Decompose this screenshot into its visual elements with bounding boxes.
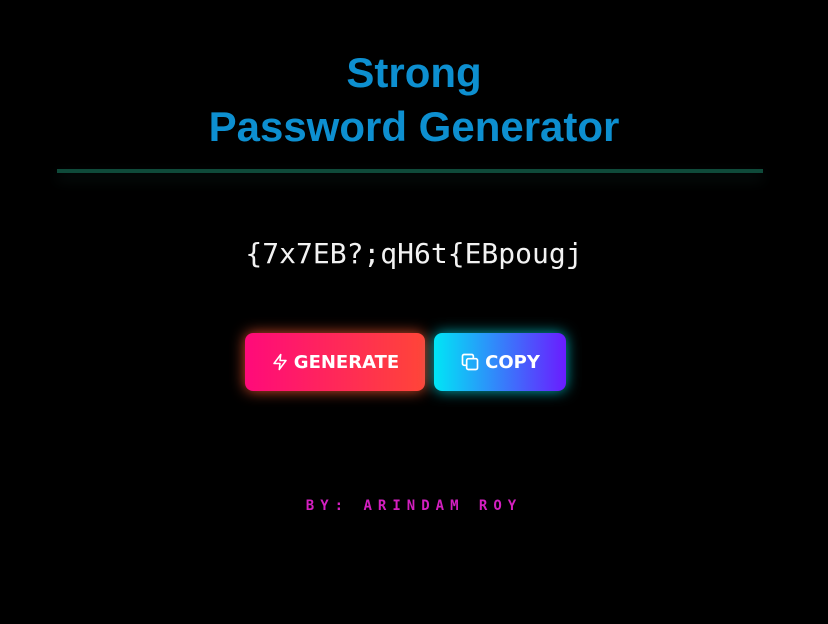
title-line-strong: Strong xyxy=(346,49,482,96)
copy-button[interactable]: COPY xyxy=(434,333,566,391)
divider xyxy=(57,169,763,173)
generated-password: {7x7EB?;qH6t{EBpougj xyxy=(245,237,583,270)
generate-button[interactable]: GENERATE xyxy=(245,333,425,391)
title-line-password-generator: Password Generator xyxy=(208,103,620,150)
copy-button-label: COPY xyxy=(485,351,540,373)
generate-button-label: GENERATE xyxy=(293,351,400,373)
page-title: Strong Password Generator xyxy=(0,46,828,154)
author-credit: BY: ARINDAM ROY xyxy=(305,498,523,514)
lightning-bolt-icon xyxy=(271,353,289,371)
copy-icon xyxy=(460,352,480,372)
